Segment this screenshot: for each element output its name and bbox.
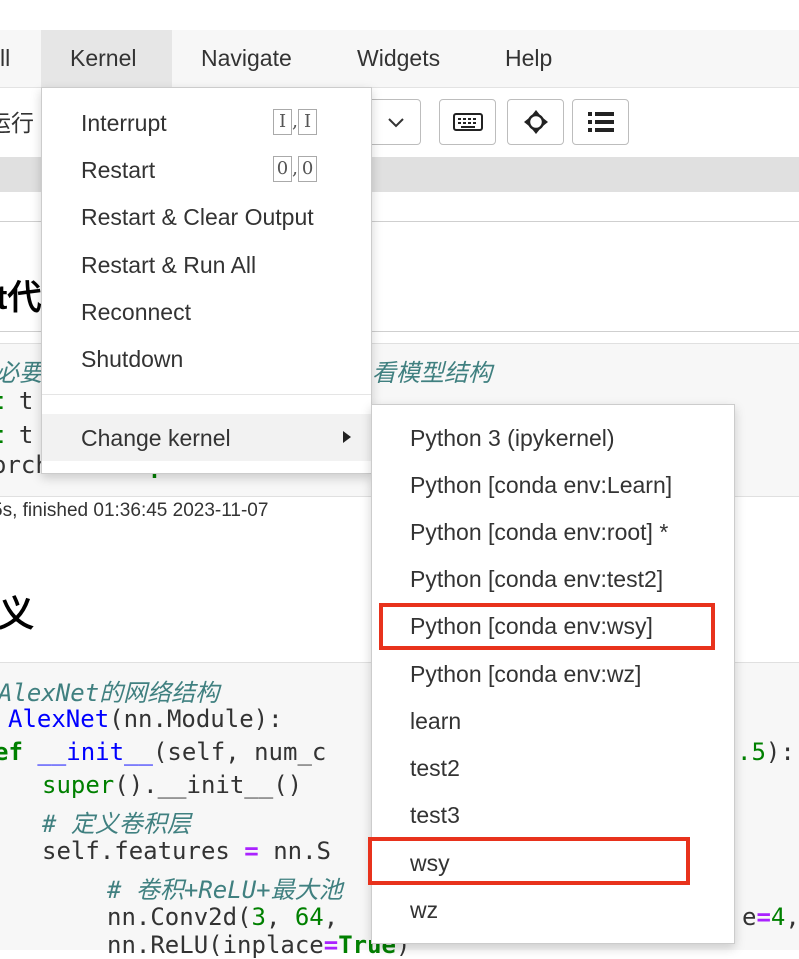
crosshair-icon (523, 110, 548, 134)
menu-item-label: Reconnect (81, 299, 191, 325)
kernel-option-conda-root[interactable]: Python [conda env:root] * (410, 519, 668, 546)
highlight-box-conda-wsy (379, 603, 715, 650)
kernel-option-conda-wz[interactable]: Python [conda env:wz] (410, 661, 641, 688)
run-button-label[interactable]: 运行 (0, 104, 34, 138)
code-line: AlexNet(nn.Module): (8, 705, 283, 733)
highlight-box-wsy (368, 837, 690, 885)
menu-item-label: Restart & Clear Output (81, 204, 314, 230)
keyboard-shortcuts-button[interactable] (439, 99, 496, 145)
menu-item-label: Restart & Run All (81, 252, 257, 278)
chevron-down-icon (388, 118, 404, 128)
menu-item-label: Shutdown (81, 346, 184, 372)
code-line: .5): (737, 738, 795, 766)
code-line: nn.ReLU(inplace=True) (107, 931, 411, 959)
code-line: t t (0, 421, 34, 449)
kernel-menu-dropdown: Interrupt I,I Restart 0,0 Restart & Clea… (41, 87, 372, 474)
menu-item-reconnect[interactable]: Reconnect (42, 288, 371, 335)
command-palette-button[interactable] (572, 99, 629, 145)
execution-time-output: 5s, finished 01:36:45 2023-11-07 (0, 500, 269, 521)
kernel-option-conda-learn[interactable]: Python [conda env:Learn] (410, 472, 672, 499)
cell-type-select[interactable] (372, 99, 421, 145)
menu-navigate[interactable]: Navigate (172, 30, 321, 87)
code-line: AlexNet的网络结构 (0, 679, 220, 707)
code-line: self.features = nn.S (42, 837, 331, 865)
code-line: 看模型结构 (372, 359, 492, 387)
menu-item-restart[interactable]: Restart 0,0 (42, 146, 371, 193)
markdown-heading: t代 (0, 279, 42, 317)
shortcut-keys: I,I (273, 109, 318, 135)
kernel-option-learn[interactable]: learn (410, 708, 461, 735)
menubar: ll Kernel Navigate Widgets Help (0, 30, 799, 88)
menu-help[interactable]: Help (476, 30, 581, 87)
menu-item-label: Restart (81, 157, 156, 183)
kernel-option-wz[interactable]: wz (410, 897, 438, 924)
code-line: t t (0, 387, 34, 415)
menu-item-label: Change kernel (81, 425, 231, 451)
code-line: # 卷积+ReLU+最大池 (107, 876, 343, 904)
menu-cell[interactable]: ll (0, 30, 39, 87)
caret-right-icon (343, 431, 351, 443)
code-line: nn.Conv2d(3, 64, (107, 903, 339, 931)
code-line: super().__init__() (42, 771, 303, 799)
menu-item-interrupt[interactable]: Interrupt I,I (42, 99, 371, 146)
kernel-option-python3-ipykernel[interactable]: Python 3 (ipykernel) (410, 425, 615, 452)
locate-button[interactable] (507, 99, 564, 145)
menu-divider (42, 394, 371, 395)
kernel-option-test2[interactable]: test2 (410, 755, 460, 782)
menu-item-shutdown[interactable]: Shutdown (42, 335, 371, 382)
keyboard-icon (452, 113, 483, 131)
code-line: ef __init__(self, num_c (0, 738, 327, 766)
kernel-option-test3[interactable]: test3 (410, 802, 460, 829)
menu-item-restart-run-all[interactable]: Restart & Run All (42, 241, 371, 288)
code-line: e=4, (742, 903, 799, 931)
code-line: # 定义卷积层 (42, 810, 191, 838)
markdown-heading: 义 (0, 593, 35, 634)
menu-item-label: Interrupt (81, 110, 167, 136)
menu-item-change-kernel[interactable]: Change kernel (42, 414, 371, 461)
menu-kernel[interactable]: Kernel (41, 30, 172, 87)
code-line: 必要 (0, 359, 43, 387)
list-icon (587, 112, 614, 132)
window-top-strip (0, 0, 799, 31)
shortcut-keys: 0,0 (273, 156, 318, 182)
kernel-option-conda-test2[interactable]: Python [conda env:test2] (410, 566, 663, 593)
menu-widgets[interactable]: Widgets (328, 30, 469, 87)
menu-item-restart-clear-output[interactable]: Restart & Clear Output (42, 193, 371, 240)
